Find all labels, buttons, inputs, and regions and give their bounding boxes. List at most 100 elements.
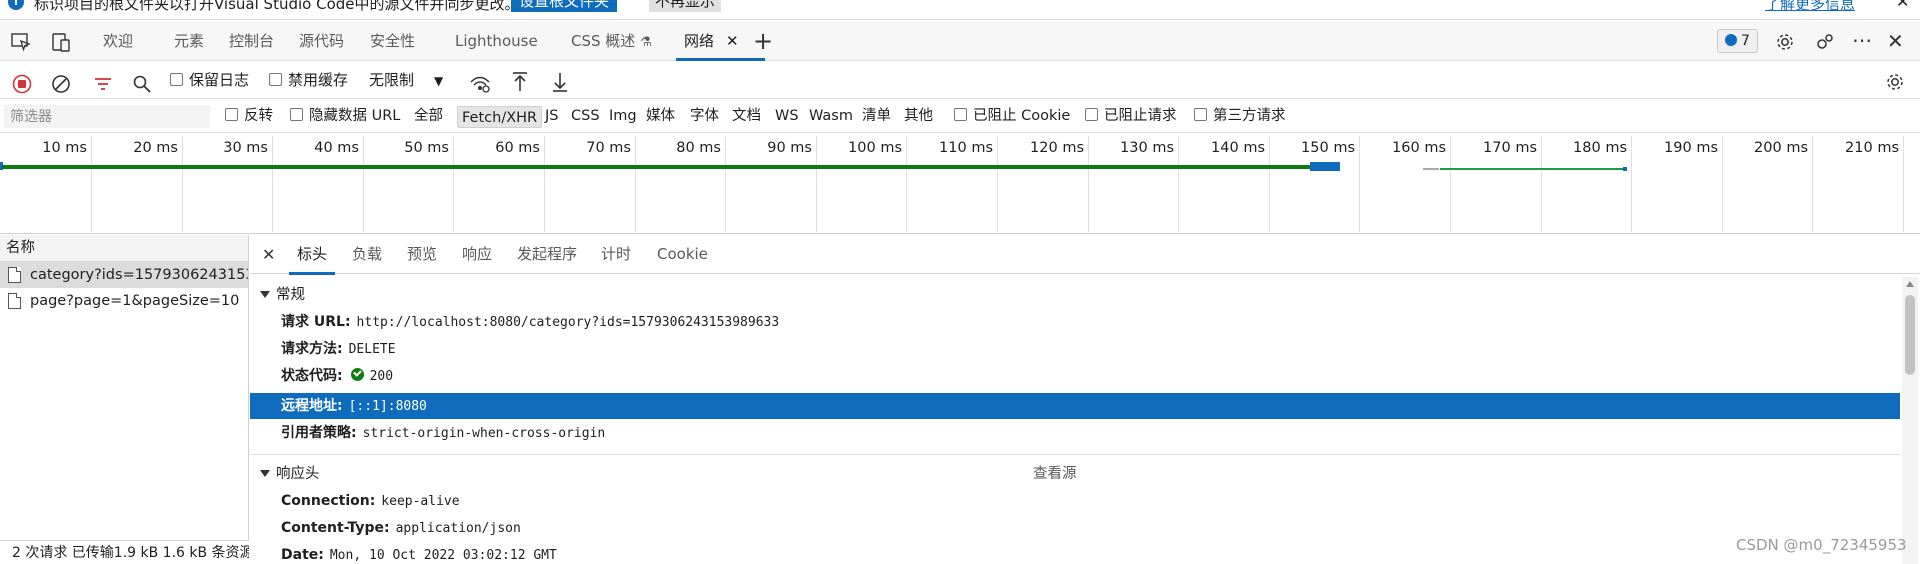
network-settings-gear-icon[interactable] [1884,70,1906,92]
blocked-cookies-checkbox[interactable] [954,108,967,121]
third-party-checkbox[interactable] [1194,108,1207,121]
record-stop-icon[interactable] [12,71,32,94]
filter-input[interactable] [4,105,210,128]
issues-icon [1725,34,1737,46]
filter-type-js[interactable]: JS [545,100,558,133]
close-devtools-icon[interactable]: ✕ [1887,21,1904,61]
detail-scrollbar[interactable] [1902,277,1918,564]
clear-icon[interactable] [51,71,71,93]
response-header-row[interactable]: Content-Type: application/json [250,515,1900,541]
filter-type-fetch-xhr[interactable]: Fetch/XHR [457,106,543,128]
tab-initiator[interactable]: 发起程序 [517,235,577,274]
preserve-log-label: 保留日志 [189,71,250,89]
disable-cache-toggle[interactable]: 禁用缓存 [269,62,348,99]
general-row-request-method[interactable]: 请求方法: DELETE [250,336,1900,362]
more-options-icon[interactable]: ⋯ [1852,21,1872,61]
filter-type-wasm[interactable]: Wasm [809,100,853,133]
general-section-header[interactable]: 常规 [260,283,305,304]
preserve-log-checkbox[interactable] [170,73,183,86]
issues-badge[interactable]: 7 [1717,29,1758,53]
response-header-row[interactable]: Date: Mon, 10 Oct 2022 03:02:12 GMT [250,542,1900,564]
overview-timeline[interactable]: 10 ms 20 ms 30 ms 40 ms 50 ms 60 ms 70 ms 80 ms… [0,134,1920,234]
close-detail-icon[interactable]: ✕ [262,235,275,274]
header-key: 状态代码: [281,368,343,384]
filter-type-img[interactable]: Img [609,100,637,133]
filter-type-ws[interactable]: WS [775,100,799,133]
tab-sources[interactable]: 源代码 [299,21,344,61]
inspect-element-icon[interactable] [10,31,32,53]
hide-data-urls-checkbox[interactable] [290,108,303,121]
tab-timing[interactable]: 计时 [601,235,631,274]
throttling-select[interactable]: 无限制 ▼ [369,62,443,99]
invert-toggle[interactable]: 反转 [225,100,273,133]
collapse-triangle-icon [260,470,270,477]
timeline-tick-label: 180 ms [1573,140,1627,156]
tab-network[interactable]: 网络 ✕ [676,21,764,61]
general-row-referrer-policy[interactable]: 引用者策略: strict-origin-when-cross-origin [250,420,1900,446]
infobar-close-icon[interactable]: ✕ [1896,0,1909,11]
disable-cache-label: 禁用缓存 [288,71,349,89]
invert-checkbox[interactable] [225,108,238,121]
filter-type-css[interactable]: CSS [571,100,600,133]
settings-gear-icon[interactable] [1774,31,1796,53]
request-row[interactable]: page?page=1&pageSize=10 [0,288,248,314]
name-column-header[interactable]: 名称 [0,235,248,262]
header-value: 200 [369,369,394,384]
third-party-toggle[interactable]: 第三方请求 [1194,100,1286,133]
filter-type-manifest[interactable]: 清单 [862,100,891,133]
device-emulation-icon[interactable] [50,31,72,53]
disable-cache-checkbox[interactable] [269,73,282,86]
scroll-up-icon[interactable] [1906,281,1914,287]
learn-more-link[interactable]: 了解更多信息 [1765,0,1855,14]
scrollbar-thumb[interactable] [1905,295,1915,375]
import-har-icon[interactable] [510,70,530,92]
general-row-remote-address[interactable]: 远程地址: [::1]:8080 [250,393,1900,419]
tab-payload[interactable]: 负载 [352,235,382,274]
timeline-gridline [91,136,92,232]
search-icon[interactable] [132,71,152,93]
close-tab-icon[interactable]: ✕ [726,32,739,50]
hide-data-urls-toggle[interactable]: 隐藏数据 URL [290,100,400,133]
timeline-tick-label: 10 ms [42,140,87,156]
export-har-icon[interactable] [550,70,570,92]
tab-console[interactable]: 控制台 [229,21,274,61]
filter-type-all[interactable]: 全部 [414,100,443,133]
general-row-status-code[interactable]: 状态代码: 200 [250,363,1900,389]
section-divider [250,454,1900,455]
filter-type-media[interactable]: 媒体 [646,100,675,133]
blocked-requests-checkbox[interactable] [1085,108,1098,121]
filter-icon[interactable] [93,71,113,91]
tab-lighthouse[interactable]: Lighthouse [455,21,538,61]
general-row-request-url[interactable]: 请求 URL: http://localhost:8080/category?id… [250,309,1900,335]
blocked-requests-toggle[interactable]: 已阻止请求 [1085,100,1177,133]
tab-cookies[interactable]: Cookie [657,235,708,274]
infobar: i 标识项目的根文件夹以打开Visual Studio Code中的源文件并同步… [0,0,1920,20]
blocked-cookies-toggle[interactable]: 已阻止 Cookie [954,100,1070,133]
tab-security[interactable]: 安全性 [370,21,415,61]
timeline-bar-download [1310,162,1340,171]
header-key: 引用者策略: [281,425,357,441]
set-root-folder-button[interactable]: 设置根文件夹 [511,0,618,12]
tab-css-overview[interactable]: CSS 概述 ⚗ [571,21,652,61]
collapse-triangle-icon [260,291,270,298]
preserve-log-toggle[interactable]: 保留日志 [170,62,249,99]
response-header-row[interactable]: Connection: keep-alive [250,488,1900,514]
tab-preview[interactable]: 预览 [407,235,437,274]
tab-welcome[interactable]: 欢迎 [103,21,133,61]
tab-headers[interactable]: 标头 [288,235,336,275]
timeline-bar-stalled-gray [1423,168,1439,170]
request-row[interactable]: category?ids=1579306243153989633 [0,262,248,288]
blocked-cookies-label: 已阻止 Cookie [973,108,1071,124]
filter-type-font[interactable]: 字体 [690,100,719,133]
tab-response[interactable]: 响应 [462,235,492,274]
customize-icon[interactable] [1814,31,1836,53]
response-headers-section-header[interactable]: 响应头 [260,462,320,483]
add-tab-icon[interactable]: + [753,21,773,61]
view-source-link[interactable]: 查看源 [1033,462,1077,483]
dont-show-again-button[interactable]: 不再显示 [649,0,722,12]
network-conditions-icon[interactable] [469,71,491,93]
filter-type-other[interactable]: 其他 [904,100,933,133]
header-key: Connection: [281,493,376,509]
tab-elements[interactable]: 元素 [174,21,204,61]
filter-type-doc[interactable]: 文档 [732,100,761,133]
